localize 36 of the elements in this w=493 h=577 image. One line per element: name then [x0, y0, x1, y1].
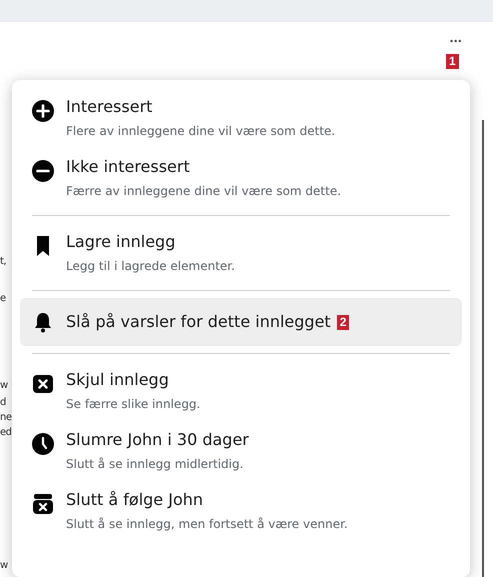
text-fragment: d [0, 396, 7, 410]
menu-item[interactable]: Skjul innlegg Se færre slike innlegg. [20, 361, 462, 421]
menu-item[interactable]: Lagre innlegg Legg til i lagrede elementer. [20, 223, 462, 283]
item-description: Legg til i lagrede elementer. [66, 258, 235, 275]
bell-icon [32, 311, 54, 333]
number-badge: 1 [446, 54, 459, 69]
number-badge: 2 [336, 314, 350, 330]
menu-item[interactable]: Ikke interessert Færre av innleggene dine vil være som dette. [20, 148, 462, 208]
menu-item[interactable]: Slå på varsler for dette innlegget 2 [20, 298, 462, 346]
more-button[interactable]: ••• [450, 36, 462, 46]
item-description: Slutt å se innlegg, men fortsett å være venner. [66, 516, 348, 533]
item-title: Skjul innlegg [66, 369, 169, 391]
item-description: Flere av innleggene dine vil være som dette. [66, 123, 336, 140]
menu-item[interactable]: Slutt å følge John Slutt å se innlegg, men fortsett å være venner. [20, 481, 462, 541]
minus-circle-icon [32, 160, 54, 182]
item-title: Interessert [66, 96, 152, 118]
text-fragment: t, [0, 255, 8, 269]
item-description: Se færre slike innlegg. [66, 396, 200, 413]
plus-circle-icon [32, 100, 54, 122]
text-fragment: e [0, 292, 7, 306]
item-title: Ikke interessert [66, 156, 190, 178]
item-title: Lagre innlegg [66, 231, 176, 253]
close-square-icon [32, 373, 54, 395]
item-title: Slå på varsler for dette innlegget [66, 311, 331, 333]
item-description: Færre av innleggene dine vil være som dette. [66, 183, 342, 200]
text-fragment: ed [0, 426, 12, 440]
menu-item[interactable]: Slumre John i 30 dager Slutt å se innlegg midlertidig. [20, 421, 462, 481]
text-fragment: ne [0, 411, 12, 425]
text-fragment: w [0, 559, 9, 573]
item-title: Slumre John i 30 dager [66, 429, 249, 451]
item-description: Slutt å se innlegg midlertidig. [66, 456, 244, 473]
menu-item[interactable]: Interessert Flere av innleggene dine vil være som dette. [20, 88, 462, 148]
text-fragment: w [0, 379, 9, 393]
box-x-icon [32, 493, 54, 515]
clock-icon [32, 433, 54, 455]
item-title: Slutt å følge John [66, 489, 204, 511]
